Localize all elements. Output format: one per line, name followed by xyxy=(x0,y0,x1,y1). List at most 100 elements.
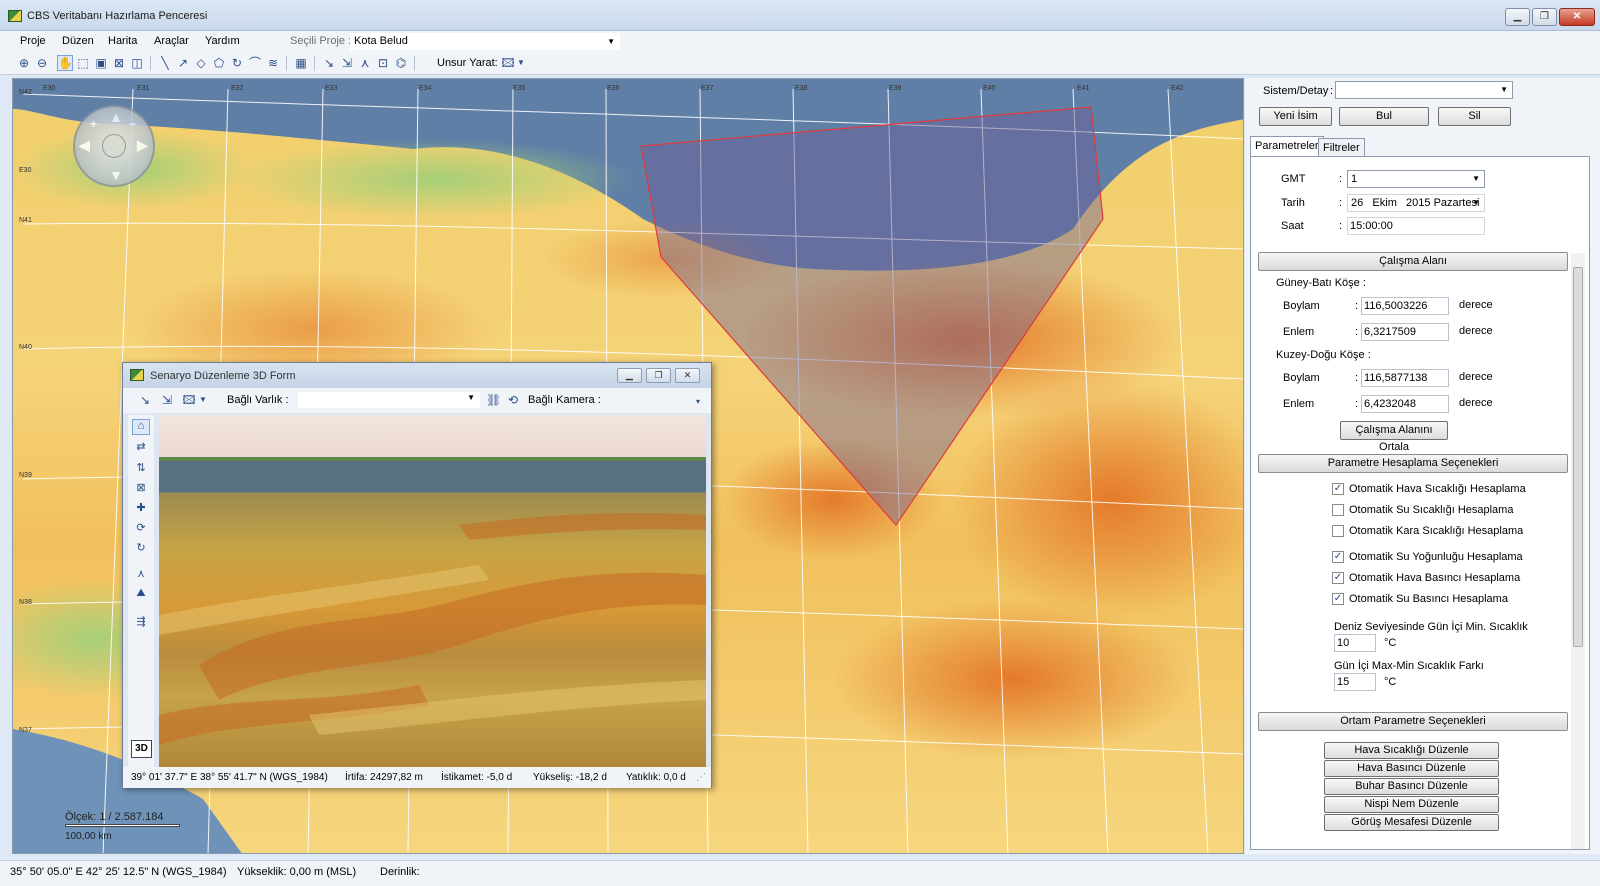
bul-button[interactable]: Bul xyxy=(1339,107,1429,126)
vertical-move-icon[interactable]: ⇅ xyxy=(132,461,150,477)
pan-hand-icon[interactable]: ✋ xyxy=(57,55,73,71)
terrain-icon[interactable]: ⛰ xyxy=(132,587,150,603)
export-icon[interactable]: ⇶ xyxy=(132,615,150,631)
tab-parametreler[interactable]: Parametreler xyxy=(1250,136,1324,157)
sw-enlem-input[interactable]: 6,3217509 xyxy=(1361,323,1449,341)
project-select[interactable]: Kota Belud ▼ xyxy=(350,33,620,50)
sistem-select[interactable]: ▼ xyxy=(1335,81,1513,99)
scrollbar-thumb[interactable] xyxy=(1573,267,1583,647)
nispi-nem-duzenle-button[interactable]: Nispi Nem Düzenle xyxy=(1324,796,1499,813)
menu-duzen[interactable]: Düzen xyxy=(62,35,94,47)
select-arrow-icon[interactable]: ↘ xyxy=(137,392,153,408)
arc-icon[interactable]: ⌒ xyxy=(247,55,263,71)
checkbox-hava-basinci[interactable]: ✓ xyxy=(1332,572,1344,584)
chevron-down-icon[interactable]: ▼ xyxy=(516,55,526,71)
form-title-bar[interactable]: Senaryo Düzenleme 3D Form ▁ ❐ ✕ xyxy=(123,363,711,388)
camera-rotate-icon[interactable]: ⟲ xyxy=(505,392,521,408)
ne-enlem-input[interactable]: 6,4232048 xyxy=(1361,395,1449,413)
draw-polyline-icon[interactable]: ↗ xyxy=(175,55,191,71)
form-close-button[interactable]: ✕ xyxy=(675,368,700,383)
create-feature-icon[interactable]: 🖾 xyxy=(181,392,197,408)
panel-scrollbar[interactable] xyxy=(1571,253,1585,849)
route-icon[interactable]: ≋ xyxy=(265,55,281,71)
calisma-alani-button[interactable]: Çalışma Alanı xyxy=(1258,252,1568,271)
toggle-3d-button[interactable]: 3D xyxy=(131,740,152,758)
ortala-button[interactable]: Çalışma Alanını Ortala xyxy=(1340,421,1448,453)
tab-filtreler[interactable]: Filtreler xyxy=(1318,138,1365,157)
checkbox-su-yogunlugu[interactable]: ✓ xyxy=(1332,551,1344,563)
grid-icon[interactable]: ▦ xyxy=(293,55,309,71)
draw-shape-icon[interactable]: ⬠ xyxy=(211,55,227,71)
node-icon[interactable]: ⋏ xyxy=(132,567,150,583)
rotate-icon[interactable]: ↻ xyxy=(229,55,245,71)
ortam-button[interactable]: Ortam Parametre Seçenekleri xyxy=(1258,712,1568,731)
nav-center[interactable] xyxy=(102,134,126,158)
arrow-down-icon[interactable]: ▼ xyxy=(109,167,123,183)
select-move-icon[interactable]: ⇲ xyxy=(339,55,355,71)
measure-icon[interactable]: ⌬ xyxy=(393,55,409,71)
tarih-picker[interactable]: 26 Ekim 2015 Pazartesi ▼ xyxy=(1347,194,1485,212)
grid-label: E32 xyxy=(231,85,244,92)
maximize-button[interactable]: ❐ xyxy=(1532,8,1557,26)
close-button[interactable]: ✕ xyxy=(1559,8,1595,26)
scale-icon[interactable]: ⊠ xyxy=(132,481,150,497)
navigation-control[interactable]: ▲ ▼ ◀ ▶ + − xyxy=(73,105,155,187)
checkbox-kara-sicakligi[interactable] xyxy=(1332,525,1344,537)
menu-yardim[interactable]: Yardım xyxy=(205,35,240,47)
gorus-mesafesi-duzenle-button[interactable]: Görüş Mesafesi Düzenle xyxy=(1324,814,1499,831)
resize-grip-icon[interactable]: ⋰ xyxy=(696,772,706,783)
ne-boylam-input[interactable]: 116,5877138 xyxy=(1361,369,1449,387)
form-status-bar: 39° 01' 37.7" E 38° 55' 41.7" N (WGS_198… xyxy=(123,767,711,788)
checkbox-su-sicakligi[interactable] xyxy=(1332,504,1344,516)
zoom-full-icon[interactable]: ⊠ xyxy=(111,55,127,71)
select-arrow-icon[interactable]: ↘ xyxy=(321,55,337,71)
parametre-hesap-button[interactable]: Parametre Hesaplama Seçenekleri xyxy=(1258,454,1568,473)
yeni-isim-button[interactable]: Yeni İsim xyxy=(1259,107,1332,126)
saat-input[interactable]: 15:00:00 xyxy=(1347,217,1485,235)
draw-polygon-icon[interactable]: ◇ xyxy=(193,55,209,71)
zoom-in-icon[interactable]: ⊕ xyxy=(16,55,32,71)
zoom-layer-icon[interactable]: ◫ xyxy=(129,55,145,71)
sil-button[interactable]: Sil xyxy=(1438,107,1511,126)
zoom-box-icon[interactable]: ⬚ xyxy=(75,55,91,71)
zoom-out-icon[interactable]: − xyxy=(129,117,136,131)
rotate-icon[interactable]: ↻ xyxy=(132,541,150,557)
select-icon[interactable]: ⌂ xyxy=(132,419,150,435)
diff-input[interactable]: 15 xyxy=(1334,673,1376,691)
zoom-out-icon[interactable]: ⊖ xyxy=(34,55,50,71)
chevron-down-icon[interactable]: ▼ xyxy=(198,392,208,408)
menu-araclar[interactable]: Araçlar xyxy=(154,35,189,47)
menu-proje[interactable]: Proje xyxy=(20,35,46,47)
colon: : xyxy=(1339,173,1343,185)
create-feature-icon[interactable]: 🖾 xyxy=(500,55,516,71)
ne-enlem-label: Enlem xyxy=(1283,398,1315,410)
gmt-select[interactable]: 1 ▼ xyxy=(1347,170,1485,188)
arrow-left-icon[interactable]: ◀ xyxy=(79,137,90,154)
buhar-basinci-duzenle-button[interactable]: Buhar Basıncı Düzenle xyxy=(1324,778,1499,795)
minimize-button[interactable]: ▁ xyxy=(1505,8,1530,26)
draw-line-icon[interactable]: ╲ xyxy=(157,55,173,71)
arrow-up-icon[interactable]: ▲ xyxy=(109,109,123,125)
camera-link-icon[interactable]: ⛓ xyxy=(485,392,501,408)
move-icon[interactable]: ✚ xyxy=(132,501,150,517)
overflow-icon[interactable]: ▾ xyxy=(690,394,706,410)
checkbox-hava-sicakligi[interactable]: ✓ xyxy=(1332,483,1344,495)
terrain-3d-view[interactable] xyxy=(159,415,706,767)
menu-harita[interactable]: Harita xyxy=(108,35,137,47)
arrow-right-icon[interactable]: ▶ xyxy=(137,137,148,154)
form-minimize-button[interactable]: ▁ xyxy=(617,368,642,383)
orbit-icon[interactable]: ⟳ xyxy=(132,521,150,537)
form-maximize-button[interactable]: ❐ xyxy=(646,368,671,383)
zoom-extent-icon[interactable]: ▣ xyxy=(93,55,109,71)
select-move-icon[interactable]: ⇲ xyxy=(159,392,175,408)
sw-boylam-input[interactable]: 116,5003226 xyxy=(1361,297,1449,315)
hava-sicakligi-duzenle-button[interactable]: Hava Sıcaklığı Düzenle xyxy=(1324,742,1499,759)
checkbox-su-basinci[interactable]: ✓ xyxy=(1332,593,1344,605)
swap-icon[interactable]: ⇄ xyxy=(132,440,150,456)
linked-entity-select[interactable]: ▼ xyxy=(298,392,480,408)
zoom-in-icon[interactable]: + xyxy=(90,117,97,131)
frame-icon[interactable]: ⊡ xyxy=(375,55,391,71)
hava-basinci-duzenle-button[interactable]: Hava Basıncı Düzenle xyxy=(1324,760,1499,777)
node-icon[interactable]: ⋏ xyxy=(357,55,373,71)
min-temp-input[interactable]: 10 xyxy=(1334,634,1376,652)
